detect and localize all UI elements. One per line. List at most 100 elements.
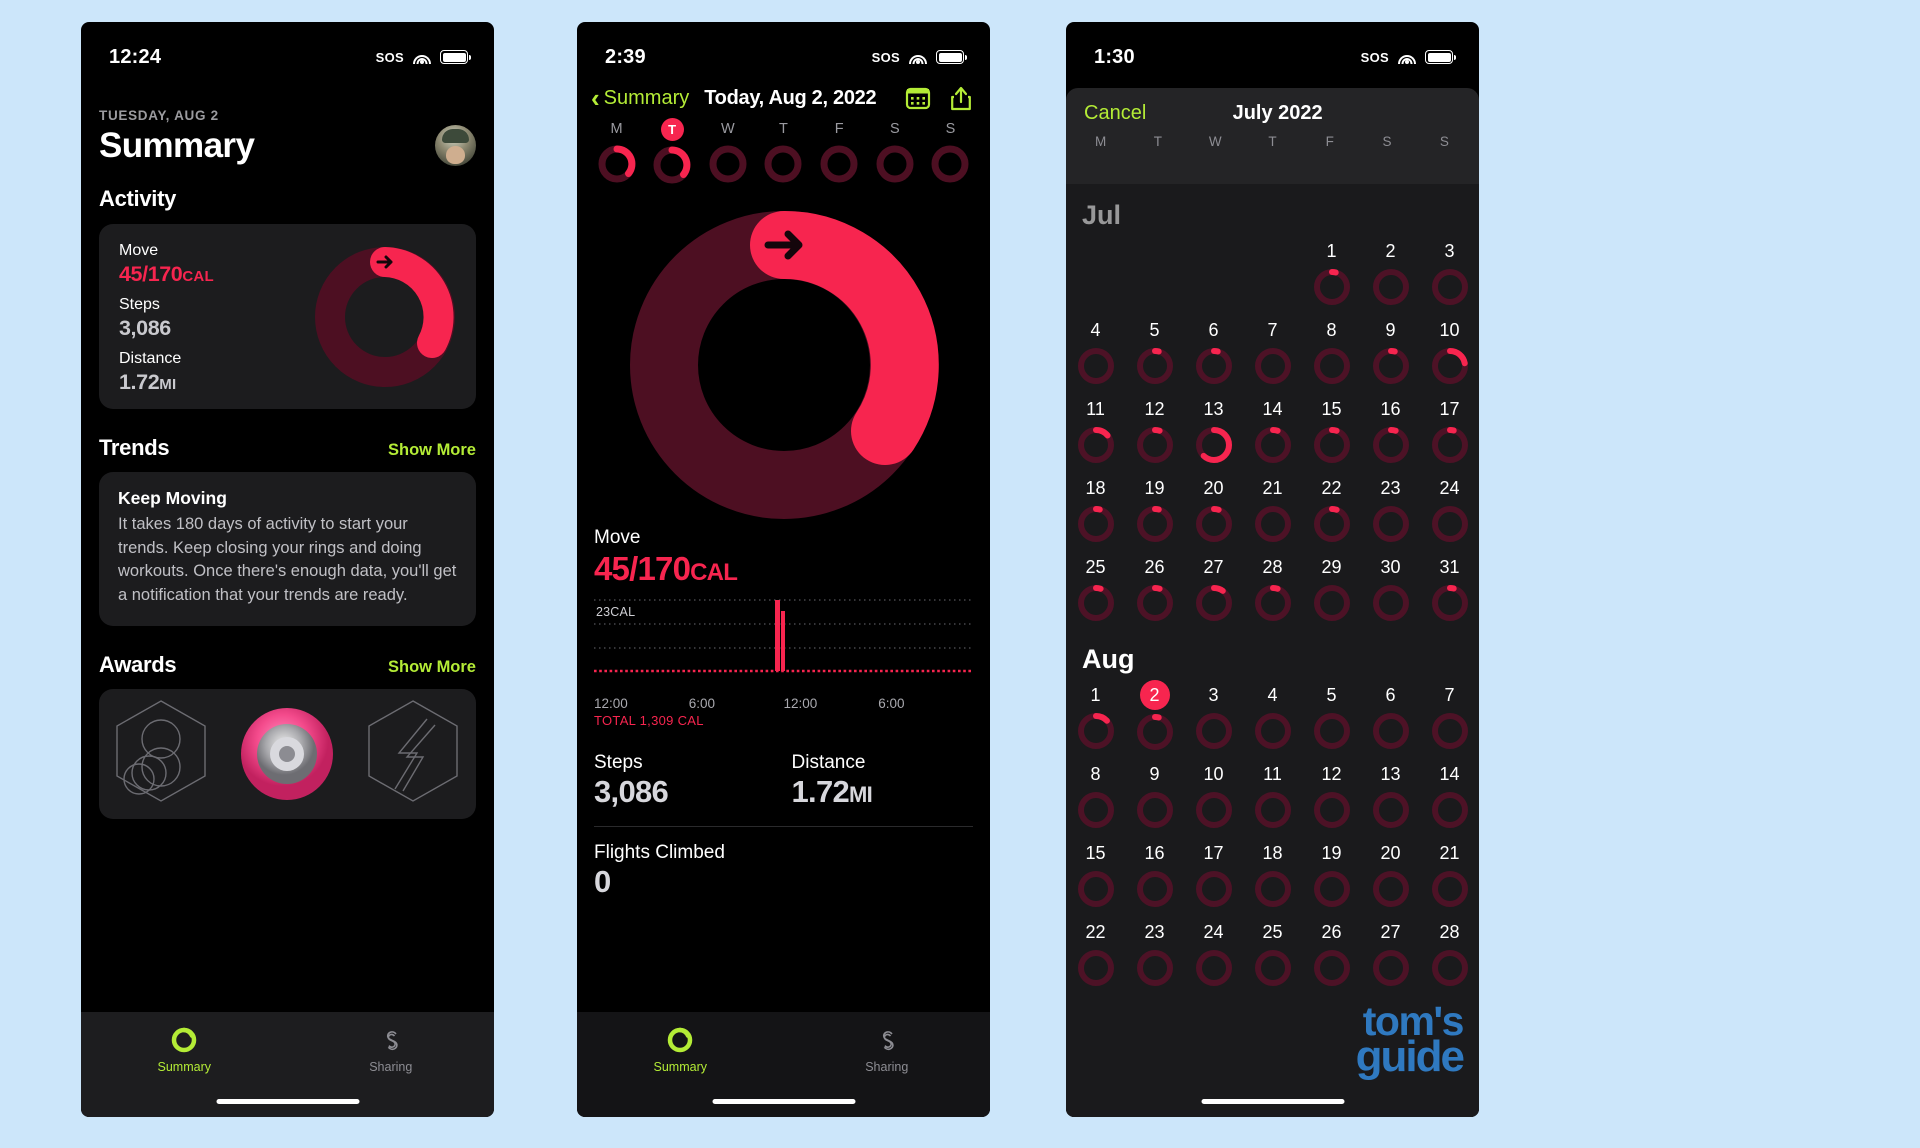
calendar-day-cell[interactable]: 25 [1066, 549, 1125, 628]
trends-show-more-link[interactable]: Show More [388, 441, 476, 460]
move-label: Move [594, 527, 641, 548]
calendar-day-cell[interactable]: 3 [1184, 677, 1243, 756]
award-badge-rings[interactable] [109, 695, 214, 813]
calendar-day-cell[interactable]: 22 [1302, 470, 1361, 549]
week-day[interactable]: F [816, 118, 863, 187]
calendar-day-cell[interactable]: 15 [1302, 391, 1361, 470]
calendar-day-cell[interactable]: 20 [1184, 470, 1243, 549]
calendar-day-number: 28 [1262, 557, 1283, 577]
calendar-day-cell[interactable]: 8 [1302, 312, 1361, 391]
share-icon[interactable] [949, 84, 973, 112]
tab-sharing-label: Sharing [369, 1060, 413, 1074]
calendar-day-ring [1429, 582, 1471, 624]
calendar-day-number: 12 [1144, 399, 1165, 419]
calendar-day-cell[interactable]: 5 [1302, 677, 1361, 756]
tab-summary[interactable]: Summary [577, 1025, 784, 1074]
week-day[interactable]: M [593, 118, 640, 187]
calendar-day-cell[interactable]: 5 [1125, 312, 1184, 391]
calendar-day-cell[interactable]: 27 [1361, 914, 1420, 993]
back-button[interactable]: ‹ Summary [591, 85, 689, 111]
calendar-day-cell[interactable]: 1 [1066, 677, 1125, 756]
calendar-day-cell[interactable]: 17 [1420, 391, 1479, 470]
week-day-selected[interactable]: T [649, 118, 696, 187]
home-indicator[interactable] [712, 1098, 855, 1104]
calendar-day-number: 18 [1085, 478, 1106, 498]
calendar-day-cell[interactable]: 3 [1420, 233, 1479, 312]
week-day[interactable]: S [871, 118, 918, 187]
calendar-day-ring [1311, 789, 1353, 831]
calendar-day-cell[interactable]: 12 [1302, 756, 1361, 835]
week-day[interactable]: W [704, 118, 751, 187]
tab-summary[interactable]: Summary [81, 1025, 288, 1074]
awards-show-more-link[interactable]: Show More [388, 658, 476, 677]
calendar-day-cell[interactable]: 8 [1066, 756, 1125, 835]
calendar-day-cell[interactable]: 14 [1243, 391, 1302, 470]
calendar-day-cell[interactable]: 2 [1125, 677, 1184, 756]
calendar-day-cell[interactable]: 26 [1302, 914, 1361, 993]
calendar-day-cell[interactable]: 12 [1125, 391, 1184, 470]
award-badge-medal[interactable] [235, 695, 340, 813]
calendar-day-cell[interactable]: 9 [1125, 756, 1184, 835]
tab-sharing[interactable]: Sharing [784, 1025, 991, 1074]
summary-content: TUESDAY, AUG 2 Summary Activity Move 45/… [81, 108, 494, 820]
calendar-day-cell[interactable]: 18 [1066, 470, 1125, 549]
calendar-day-cell[interactable]: 16 [1361, 391, 1420, 470]
calendar-day-cell[interactable]: 7 [1420, 677, 1479, 756]
week-day[interactable]: S [927, 118, 974, 187]
calendar-day-cell[interactable]: 30 [1361, 549, 1420, 628]
trend-card[interactable]: Keep Moving It takes 180 days of activit… [99, 472, 476, 627]
calendar-day-cell[interactable]: 4 [1066, 312, 1125, 391]
calendar-day-cell[interactable]: 24 [1184, 914, 1243, 993]
awards-card[interactable] [99, 689, 476, 820]
calendar-day-cell[interactable]: 10 [1420, 312, 1479, 391]
calendar-day-cell[interactable]: 20 [1361, 835, 1420, 914]
calendar-day-cell[interactable]: 17 [1184, 835, 1243, 914]
calendar-day-cell[interactable]: 21 [1243, 470, 1302, 549]
week-day-ring [709, 145, 747, 183]
calendar-day-number: 4 [1090, 320, 1101, 340]
calendar-day-cell[interactable]: 22 [1066, 914, 1125, 993]
move-unit: CAL [182, 268, 214, 285]
calendar-day-cell[interactable]: 27 [1184, 549, 1243, 628]
calendar-icon[interactable] [905, 85, 931, 111]
home-indicator[interactable] [216, 1098, 359, 1104]
calendar-day-cell[interactable]: 1 [1302, 233, 1361, 312]
calendar-day-cell[interactable]: 26 [1125, 549, 1184, 628]
calendar-day-cell[interactable]: 28 [1243, 549, 1302, 628]
calendar-day-cell[interactable]: 21 [1420, 835, 1479, 914]
calendar-day-cell[interactable]: 31 [1420, 549, 1479, 628]
calendar-day-cell[interactable]: 11 [1066, 391, 1125, 470]
calendar-day-cell[interactable]: 4 [1243, 677, 1302, 756]
dow-label: S [1439, 134, 1449, 149]
calendar-day-cell[interactable]: 28 [1420, 914, 1479, 993]
calendar-scroll-area[interactable]: Jul 1 2 3 4 5 6 7 8 9 10 11 12 13 14 15 16 17 18 19 20 21 22 23… [1066, 184, 1479, 1117]
profile-avatar[interactable] [435, 125, 476, 166]
calendar-day-cell[interactable]: 15 [1066, 835, 1125, 914]
calendar-day-cell[interactable]: 29 [1302, 549, 1361, 628]
calendar-day-cell[interactable]: 23 [1361, 470, 1420, 549]
calendar-day-cell[interactable]: 19 [1302, 835, 1361, 914]
calendar-day-cell[interactable]: 14 [1420, 756, 1479, 835]
sharing-icon [386, 1031, 398, 1051]
calendar-day-cell[interactable]: 6 [1361, 677, 1420, 756]
calendar-day-cell[interactable]: 9 [1361, 312, 1420, 391]
calendar-day-cell[interactable]: 24 [1420, 470, 1479, 549]
award-badge-bolt[interactable] [361, 695, 466, 813]
calendar-day-cell[interactable]: 19 [1125, 470, 1184, 549]
home-indicator[interactable] [1201, 1098, 1344, 1104]
calendar-day-cell[interactable]: 11 [1243, 756, 1302, 835]
calendar-day-cell[interactable]: 13 [1184, 391, 1243, 470]
calendar-day-cell[interactable]: 2 [1361, 233, 1420, 312]
calendar-day-cell[interactable]: 10 [1184, 756, 1243, 835]
calendar-day-cell[interactable]: 23 [1125, 914, 1184, 993]
calendar-day-cell[interactable]: 13 [1361, 756, 1420, 835]
calendar-day-cell[interactable]: 7 [1243, 312, 1302, 391]
cancel-button[interactable]: Cancel [1084, 102, 1146, 125]
calendar-day-cell[interactable]: 18 [1243, 835, 1302, 914]
calendar-day-cell[interactable]: 25 [1243, 914, 1302, 993]
activity-card[interactable]: Move 45/170CAL Steps 3,086 Distance 1.72… [99, 224, 476, 409]
week-day[interactable]: T [760, 118, 807, 187]
calendar-day-cell[interactable]: 6 [1184, 312, 1243, 391]
calendar-day-cell[interactable]: 16 [1125, 835, 1184, 914]
tab-sharing[interactable]: Sharing [288, 1025, 495, 1074]
